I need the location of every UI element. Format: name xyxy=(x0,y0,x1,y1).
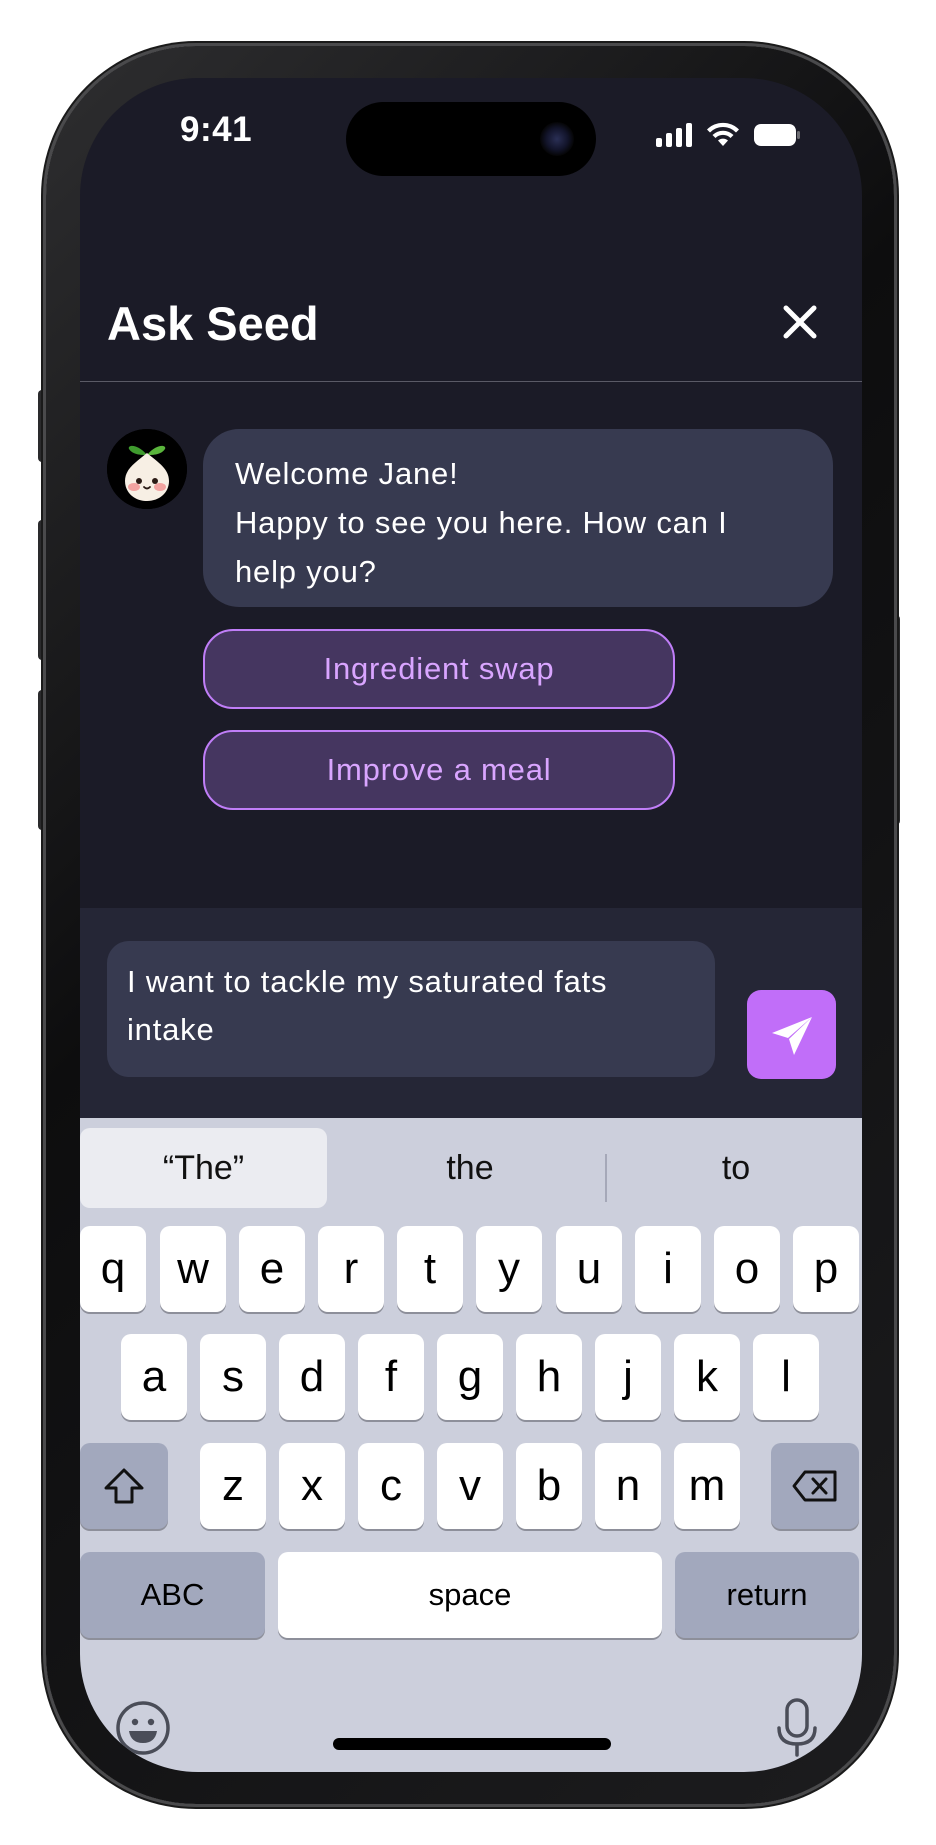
bot-message-line: Welcome Jane! xyxy=(235,456,459,491)
key-e[interactable]: e xyxy=(239,1226,305,1312)
prediction-to[interactable]: to xyxy=(610,1128,862,1208)
seed-avatar xyxy=(107,429,187,509)
emoji-button[interactable] xyxy=(113,1698,173,1758)
on-screen-keyboard: “The” the to q w e r t y u i o p a s d f… xyxy=(80,1118,862,1772)
key-u[interactable]: u xyxy=(556,1226,622,1312)
dynamic-island xyxy=(346,102,596,176)
seed-mascot-icon xyxy=(107,429,187,509)
key-p[interactable]: p xyxy=(793,1226,859,1312)
key-z[interactable]: z xyxy=(200,1443,266,1529)
backspace-icon xyxy=(792,1470,837,1502)
key-x[interactable]: x xyxy=(279,1443,345,1529)
key-h[interactable]: h xyxy=(516,1334,582,1420)
shift-icon xyxy=(104,1468,144,1504)
status-icons xyxy=(656,120,800,150)
microphone-icon xyxy=(777,1698,817,1757)
bot-message-bubble: Welcome Jane! Happy to see you here. How… xyxy=(203,429,833,607)
key-t[interactable]: t xyxy=(397,1226,463,1312)
ingredient-swap-button[interactable]: Ingredient swap xyxy=(203,629,675,709)
close-button[interactable] xyxy=(776,298,824,346)
dictation-button[interactable] xyxy=(767,1698,827,1758)
send-icon xyxy=(771,1016,812,1055)
status-time: 9:41 xyxy=(180,110,253,149)
send-button[interactable] xyxy=(747,990,836,1079)
prediction-the[interactable]: the xyxy=(340,1128,600,1208)
shift-key[interactable] xyxy=(80,1443,168,1529)
key-r[interactable]: r xyxy=(318,1226,384,1312)
key-d[interactable]: d xyxy=(279,1334,345,1420)
key-b[interactable]: b xyxy=(516,1443,582,1529)
prediction-divider xyxy=(605,1154,607,1202)
key-f[interactable]: f xyxy=(358,1334,424,1420)
key-m[interactable]: m xyxy=(674,1443,740,1529)
key-a[interactable]: a xyxy=(121,1334,187,1420)
space-key[interactable]: space xyxy=(278,1552,662,1638)
improve-meal-button[interactable]: Improve a meal xyxy=(203,730,675,810)
bot-message-line: Happy to see you here. How can I xyxy=(235,505,728,540)
wifi-icon xyxy=(706,122,740,148)
phone-screen: 9:41 Ask Seed Welcome Jane! Happy to see… xyxy=(80,78,862,1772)
bot-message-line: help you? xyxy=(235,554,377,589)
cellular-signal-icon xyxy=(656,123,692,147)
message-composer: I want to tackle my saturated fats intak… xyxy=(80,908,862,1118)
key-j[interactable]: j xyxy=(595,1334,661,1420)
camera-lens xyxy=(540,122,574,156)
key-c[interactable]: c xyxy=(358,1443,424,1529)
close-icon xyxy=(783,305,817,339)
key-w[interactable]: w xyxy=(160,1226,226,1312)
key-y[interactable]: y xyxy=(476,1226,542,1312)
battery-icon xyxy=(754,123,800,147)
page-title: Ask Seed xyxy=(107,297,319,350)
key-q[interactable]: q xyxy=(80,1226,146,1312)
key-v[interactable]: v xyxy=(437,1443,503,1529)
home-indicator[interactable] xyxy=(333,1738,611,1750)
key-n[interactable]: n xyxy=(595,1443,661,1529)
predictive-text-bar: “The” the to xyxy=(80,1128,862,1208)
key-i[interactable]: i xyxy=(635,1226,701,1312)
key-g[interactable]: g xyxy=(437,1334,503,1420)
key-l[interactable]: l xyxy=(753,1334,819,1420)
backspace-key[interactable] xyxy=(771,1443,859,1529)
emoji-icon xyxy=(116,1701,170,1755)
key-k[interactable]: k xyxy=(674,1334,740,1420)
abc-key[interactable]: ABC xyxy=(80,1552,265,1638)
message-input-line: I want to tackle my saturated fats xyxy=(127,964,608,999)
chat-header: Ask Seed xyxy=(80,220,862,382)
key-o[interactable]: o xyxy=(714,1226,780,1312)
return-key[interactable]: return xyxy=(675,1552,859,1638)
chat-area: Welcome Jane! Happy to see you here. How… xyxy=(80,383,862,983)
key-s[interactable]: s xyxy=(200,1334,266,1420)
message-input-line: intake xyxy=(127,1012,215,1047)
message-input[interactable]: I want to tackle my saturated fats intak… xyxy=(107,941,715,1077)
prediction-quoted-the[interactable]: “The” xyxy=(80,1128,327,1208)
